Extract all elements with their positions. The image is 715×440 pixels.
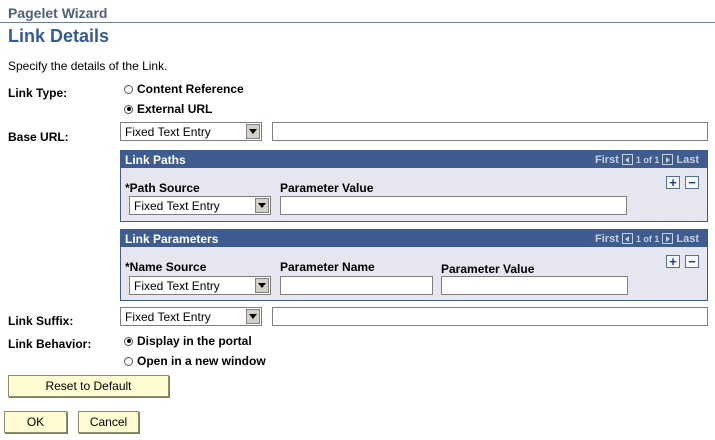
row-count: 1 of 1 [635, 154, 660, 165]
column-header-parameter-name: Parameter Name [280, 260, 375, 274]
chevron-down-icon[interactable] [255, 198, 269, 213]
wizard-title: Pagelet Wizard [8, 5, 108, 21]
base-url-source-select[interactable]: Fixed Text Entry [120, 122, 262, 141]
parameter-value-input[interactable] [441, 276, 628, 295]
path-source-select[interactable]: Fixed Text Entry [129, 196, 271, 215]
radio-label: Content Reference [137, 82, 244, 96]
radio-content-reference[interactable] [124, 84, 133, 94]
link-type-label: Link Type: [8, 86, 68, 100]
link-parameters-grid: Link Parameters First 1 of 1 Last *Name … [120, 229, 708, 301]
grid-navigation: First 1 of 1 Last [595, 151, 699, 168]
add-row-button[interactable]: + [666, 255, 680, 268]
path-parameter-value-input[interactable] [280, 196, 627, 215]
select-value: Fixed Text Entry [125, 309, 211, 324]
column-header-parameter-value: Parameter Value [280, 181, 374, 195]
link-paths-grid: Link Paths First 1 of 1 Last *Path Sourc… [120, 150, 708, 222]
link-suffix-source-select[interactable]: Fixed Text Entry [120, 307, 262, 326]
nav-first-link[interactable]: First [595, 233, 619, 245]
grid-navigation: First 1 of 1 Last [595, 230, 699, 247]
grid-title: Link Paths [125, 152, 186, 167]
select-value: Fixed Text Entry [125, 124, 211, 139]
base-url-input[interactable] [272, 122, 708, 141]
page-title: Link Details [8, 26, 110, 46]
radio-label: Display in the portal [137, 334, 252, 348]
reset-to-default-button[interactable]: Reset to Default [8, 375, 169, 397]
select-value: Fixed Text Entry [134, 198, 220, 213]
link-type-option-content-reference[interactable]: Content Reference [124, 82, 244, 96]
page-instructions: Specify the details of the Link. [8, 59, 168, 73]
chevron-down-icon[interactable] [246, 309, 260, 324]
grid-header: Link Paths First 1 of 1 Last [121, 151, 707, 168]
base-url-label: Base URL: [8, 130, 69, 144]
radio-external-url[interactable] [124, 104, 133, 114]
chevron-down-icon[interactable] [246, 124, 260, 139]
radio-label: Open in a new window [137, 354, 266, 368]
link-type-option-external-url[interactable]: External URL [124, 102, 212, 116]
row-count: 1 of 1 [635, 233, 660, 244]
radio-label: External URL [137, 102, 213, 116]
previous-arrow-icon[interactable] [621, 233, 633, 244]
parameter-name-input[interactable] [280, 276, 433, 295]
title-divider [0, 22, 715, 23]
link-suffix-input[interactable] [272, 307, 708, 326]
link-suffix-label: Link Suffix: [8, 314, 74, 328]
column-header-parameter-value: Parameter Value [441, 262, 535, 276]
radio-open-new-window[interactable] [124, 356, 133, 366]
nav-first-link[interactable]: First [595, 154, 619, 166]
ok-button[interactable]: OK [4, 411, 67, 433]
add-row-button[interactable]: + [666, 176, 680, 189]
nav-last-link[interactable]: Last [676, 154, 699, 166]
link-behavior-label: Link Behavior: [8, 337, 92, 351]
next-arrow-icon[interactable] [662, 154, 674, 165]
column-header-name-source: *Name Source [125, 260, 207, 274]
nav-last-link[interactable]: Last [676, 233, 699, 245]
link-behavior-option-portal[interactable]: Display in the portal [124, 334, 252, 348]
cancel-button[interactable]: Cancel [78, 411, 139, 433]
chevron-down-icon[interactable] [255, 278, 269, 293]
remove-row-button[interactable]: − [685, 176, 699, 189]
select-value: Fixed Text Entry [134, 278, 220, 293]
grid-title: Link Parameters [125, 231, 219, 246]
column-header-path-source: *Path Source [125, 181, 200, 195]
remove-row-button[interactable]: − [685, 255, 699, 268]
next-arrow-icon[interactable] [662, 233, 674, 244]
name-source-select[interactable]: Fixed Text Entry [129, 276, 271, 295]
link-behavior-option-new-window[interactable]: Open in a new window [124, 354, 266, 368]
previous-arrow-icon[interactable] [621, 154, 633, 165]
radio-display-in-portal[interactable] [124, 336, 133, 346]
grid-header: Link Parameters First 1 of 1 Last [121, 230, 707, 247]
